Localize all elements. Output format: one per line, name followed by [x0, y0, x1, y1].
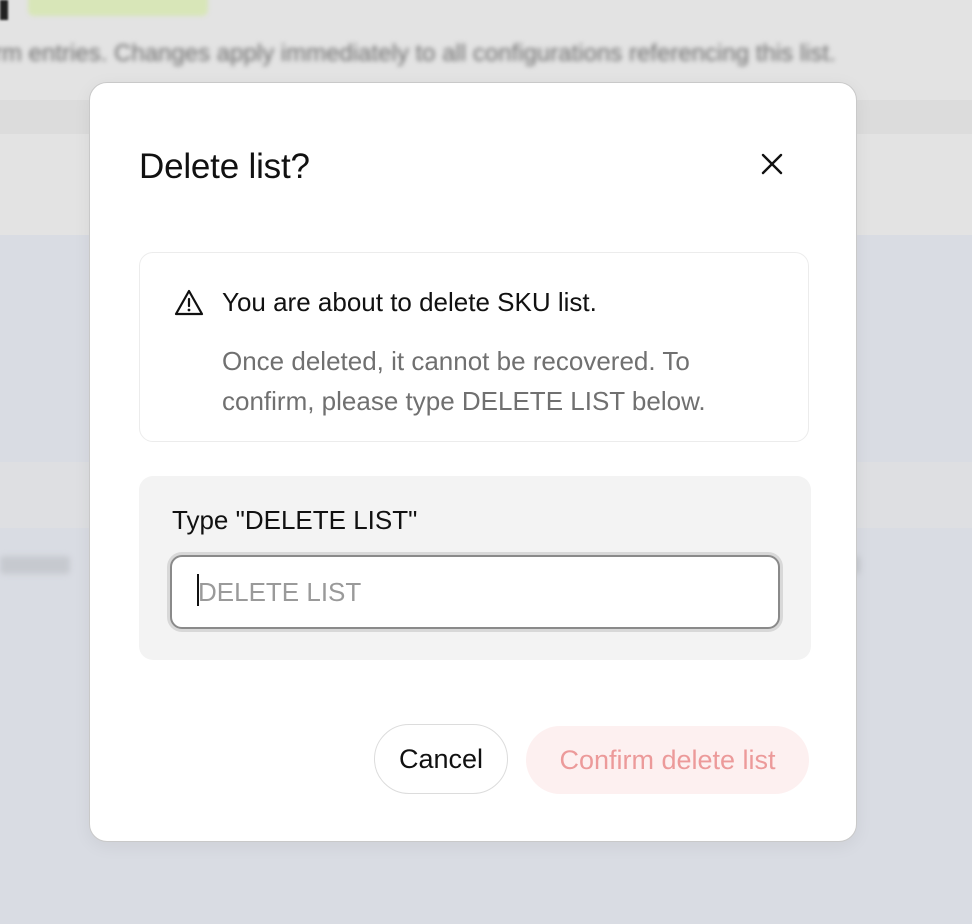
confirmation-input[interactable] — [170, 555, 780, 629]
warning-callout: You are about to delete SKU list. Once d… — [139, 252, 809, 442]
text-caret — [197, 574, 199, 606]
close-icon — [761, 153, 783, 175]
cancel-button[interactable]: Cancel — [374, 724, 508, 794]
warning-description: Once deleted, it cannot be recovered. To… — [222, 346, 706, 416]
background-icon — [0, 0, 8, 20]
confirmation-label: Type "DELETE LIST" — [172, 505, 418, 535]
dialog-title: Delete list? — [139, 147, 310, 186]
confirmation-section: Type "DELETE LIST" — [139, 476, 811, 660]
close-button[interactable] — [755, 147, 789, 181]
warning-triangle-icon — [174, 289, 204, 316]
background-description: rm entries. Changes apply immediately to… — [0, 40, 836, 67]
background-status-badge — [28, 0, 208, 16]
delete-list-dialog: Delete list? You are about to delete SKU… — [89, 82, 857, 842]
confirm-delete-button[interactable]: Confirm delete list — [526, 726, 809, 794]
warning-title: You are about to delete SKU list. — [222, 287, 597, 317]
